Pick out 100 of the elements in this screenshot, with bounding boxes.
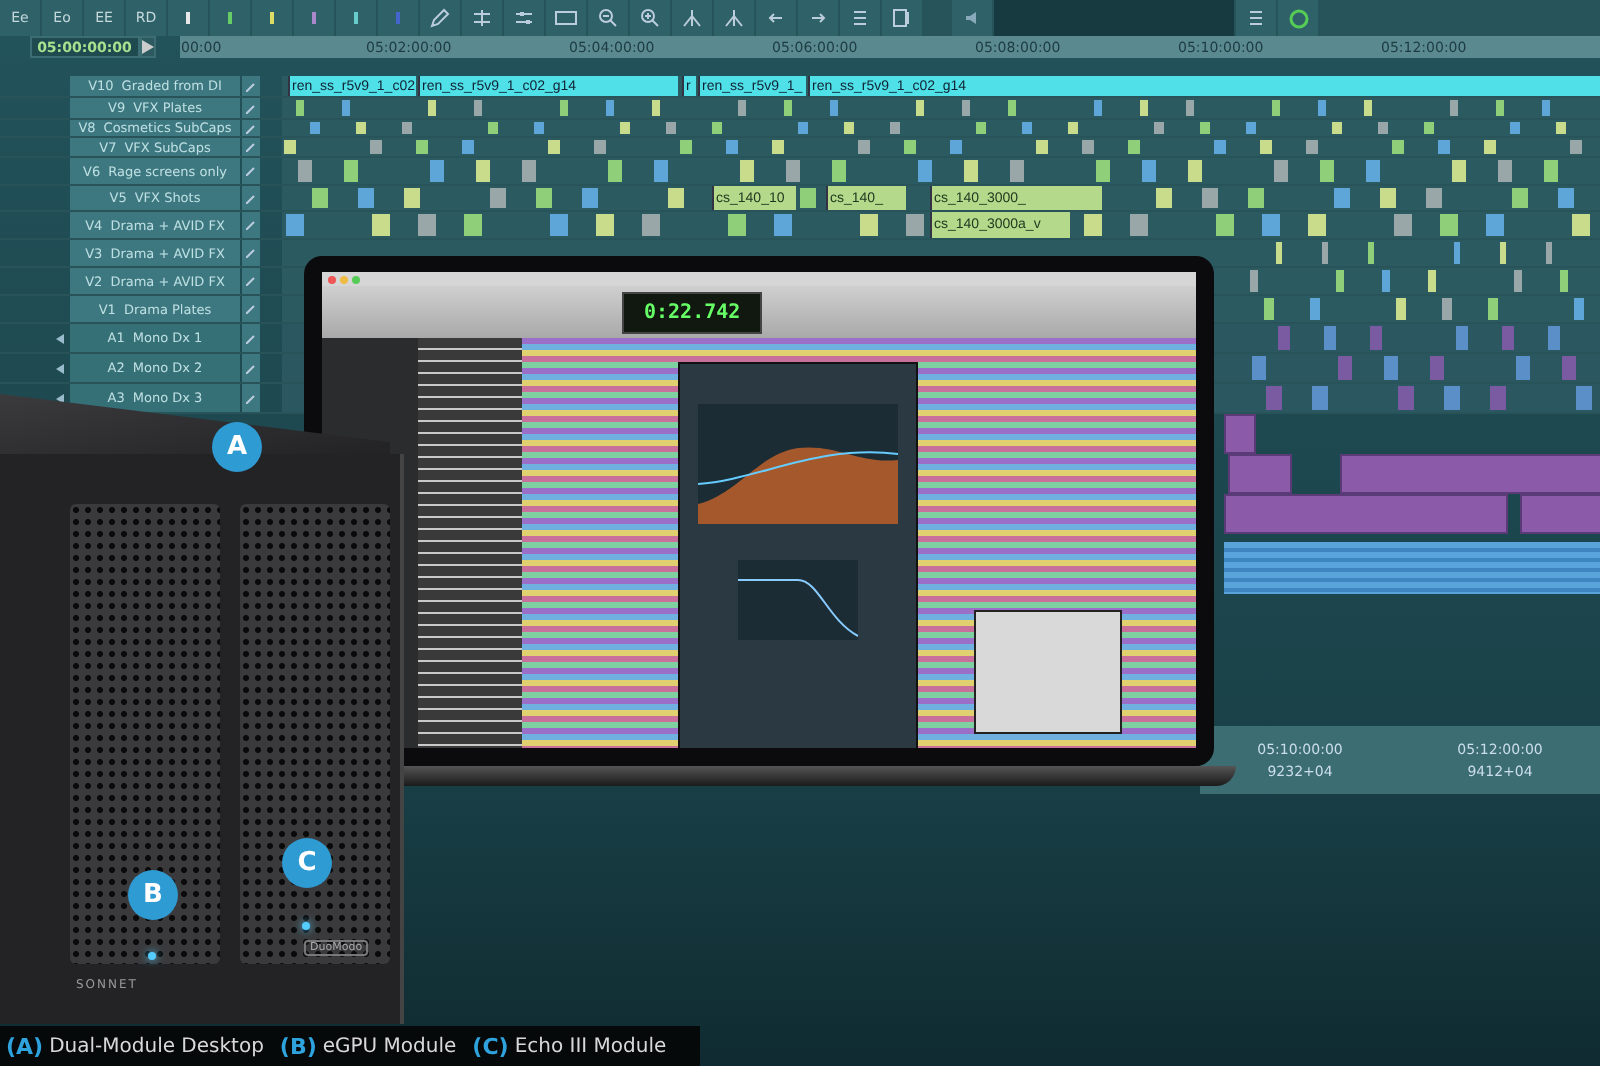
clip[interactable] xyxy=(1380,188,1396,208)
pencil-icon[interactable] xyxy=(242,384,260,412)
list-icon[interactable] xyxy=(882,0,922,36)
clip[interactable] xyxy=(1366,160,1380,182)
pencil-icon[interactable] xyxy=(242,324,260,352)
audio-clip[interactable] xyxy=(1224,494,1508,534)
pencil-icon[interactable] xyxy=(242,296,260,322)
clip[interactable] xyxy=(1382,270,1390,292)
clip[interactable] xyxy=(1398,386,1414,410)
pencil-icon[interactable] xyxy=(242,186,260,210)
clip[interactable] xyxy=(1262,214,1280,236)
audio-clip[interactable] xyxy=(1340,454,1600,494)
clip[interactable] xyxy=(1442,298,1452,320)
clip[interactable] xyxy=(1336,270,1344,292)
trim-icon[interactable] xyxy=(714,0,754,36)
list-icon[interactable] xyxy=(1236,0,1276,36)
clip[interactable] xyxy=(1576,386,1592,410)
pencil-icon[interactable] xyxy=(242,354,260,382)
clip[interactable] xyxy=(476,160,490,182)
clip[interactable] xyxy=(1308,214,1326,236)
clip[interactable] xyxy=(550,214,568,236)
lift-icon[interactable] xyxy=(462,0,502,36)
grid-icon[interactable] xyxy=(840,0,880,36)
ring-icon[interactable] xyxy=(1278,0,1318,36)
clip[interactable] xyxy=(1084,214,1102,236)
clip[interactable] xyxy=(1456,326,1468,350)
clip[interactable] xyxy=(1558,188,1574,208)
clip[interactable] xyxy=(1266,386,1282,410)
clip[interactable] xyxy=(1486,214,1504,236)
clip[interactable] xyxy=(918,160,932,182)
marker-icon[interactable] xyxy=(210,0,250,36)
audio-clip[interactable] xyxy=(1224,414,1256,454)
pencil-icon[interactable] xyxy=(242,268,260,294)
clip[interactable] xyxy=(490,188,506,208)
clip[interactable] xyxy=(1512,188,1528,208)
triangle-icon[interactable] xyxy=(56,333,64,343)
clip[interactable] xyxy=(1216,214,1234,236)
clip[interactable] xyxy=(1454,242,1460,264)
audio-clip[interactable] xyxy=(1228,454,1292,494)
clip[interactable] xyxy=(344,160,358,182)
pencil-icon[interactable] xyxy=(242,76,260,96)
clip[interactable] xyxy=(286,214,304,236)
speaker-icon[interactable] xyxy=(952,0,992,36)
clip[interactable] xyxy=(1252,356,1266,380)
clip[interactable] xyxy=(728,214,746,236)
clip[interactable] xyxy=(1500,242,1506,264)
clip[interactable] xyxy=(1334,188,1350,208)
clip[interactable] xyxy=(1264,298,1274,320)
clip[interactable] xyxy=(1548,326,1560,350)
clip[interactable] xyxy=(298,160,312,182)
clip[interactable] xyxy=(1440,214,1458,236)
clip[interactable] xyxy=(1130,214,1148,236)
marker-icon[interactable] xyxy=(168,0,208,36)
clip[interactable] xyxy=(464,214,482,236)
audio-clip[interactable] xyxy=(1520,494,1600,534)
zoom-in-icon[interactable] xyxy=(630,0,670,36)
clip[interactable] xyxy=(1516,356,1530,380)
clip[interactable] xyxy=(642,214,660,236)
clip[interactable] xyxy=(1426,188,1442,208)
pencil-icon[interactable] xyxy=(242,240,260,266)
clip[interactable] xyxy=(522,160,536,182)
clip[interactable] xyxy=(1452,160,1466,182)
clip[interactable] xyxy=(1276,242,1282,264)
clip[interactable] xyxy=(418,214,436,236)
clip[interactable] xyxy=(582,188,598,208)
clip[interactable] xyxy=(786,160,800,182)
clip[interactable] xyxy=(430,160,444,182)
clip[interactable] xyxy=(596,214,614,236)
clip[interactable] xyxy=(1250,270,1258,292)
clip[interactable] xyxy=(1324,326,1336,350)
clip[interactable] xyxy=(1574,298,1584,320)
clip[interactable] xyxy=(1572,214,1590,236)
monitor-icon[interactable] xyxy=(546,0,586,36)
triangle-icon[interactable] xyxy=(56,363,64,373)
clip[interactable] xyxy=(358,188,374,208)
clip[interactable] xyxy=(1156,188,1172,208)
clip[interactable] xyxy=(1202,188,1218,208)
clip[interactable] xyxy=(1320,160,1334,182)
clip[interactable] xyxy=(1384,356,1398,380)
marker-icon[interactable] xyxy=(378,0,418,36)
clip[interactable] xyxy=(1096,160,1110,182)
clip[interactable] xyxy=(906,214,924,236)
clip[interactable] xyxy=(1010,160,1024,182)
clip[interactable] xyxy=(404,188,420,208)
clip[interactable] xyxy=(312,188,328,208)
pencil-icon[interactable] xyxy=(242,98,260,118)
sliders-icon[interactable] xyxy=(504,0,544,36)
clip[interactable] xyxy=(774,214,792,236)
clip[interactable] xyxy=(1322,242,1328,264)
clip[interactable] xyxy=(654,160,668,182)
clip[interactable] xyxy=(536,188,552,208)
clip[interactable] xyxy=(668,188,684,208)
zoom-out-icon[interactable] xyxy=(588,0,628,36)
clip[interactable] xyxy=(1248,188,1264,208)
clip[interactable] xyxy=(1544,160,1558,182)
clip[interactable] xyxy=(1490,386,1506,410)
clip[interactable] xyxy=(740,160,754,182)
clip[interactable] xyxy=(964,160,978,182)
marker-icon[interactable] xyxy=(294,0,334,36)
clip[interactable] xyxy=(1546,242,1552,264)
